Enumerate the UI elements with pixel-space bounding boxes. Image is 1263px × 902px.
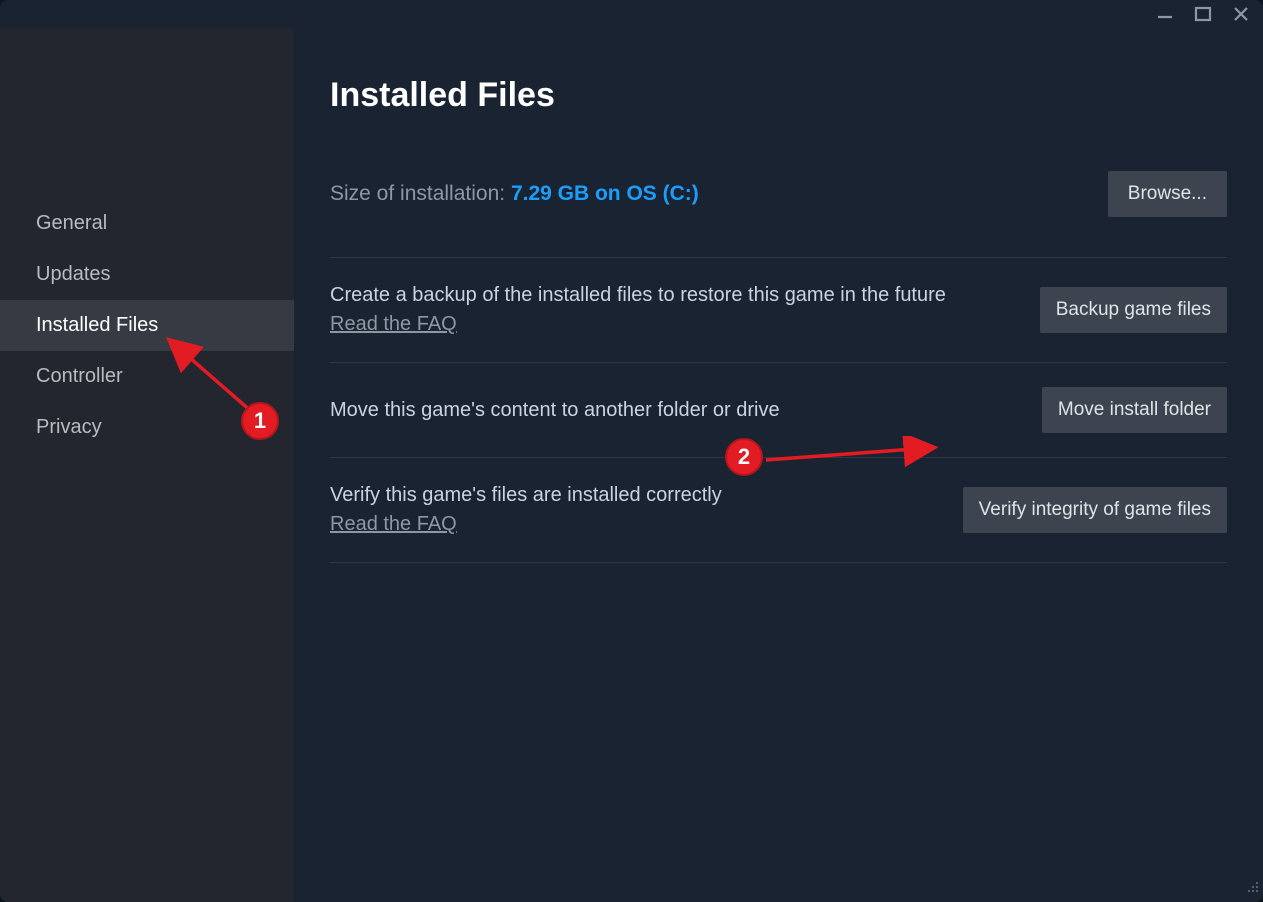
minimize-button[interactable] [1155, 5, 1175, 23]
maximize-button[interactable] [1193, 5, 1213, 23]
installation-size-prefix: Size of installation: [330, 182, 511, 205]
content-pane: Installed Files Size of installation: 7.… [294, 28, 1263, 902]
sidebar-item-label: Controller [36, 365, 123, 387]
installation-size-text: Size of installation: 7.29 GB on OS (C:) [330, 182, 699, 206]
browse-button[interactable]: Browse... [1108, 171, 1227, 217]
page-title: Installed Files [330, 76, 1227, 115]
verify-description: Verify this game's files are installed c… [330, 482, 943, 538]
sidebar-item-privacy[interactable]: Privacy [0, 402, 294, 453]
sidebar-item-label: Updates [36, 263, 111, 285]
sidebar-item-controller[interactable]: Controller [0, 351, 294, 402]
sidebar-item-label: Installed Files [36, 314, 158, 336]
sidebar-item-updates[interactable]: Updates [0, 249, 294, 300]
sidebar-item-general[interactable]: General [0, 198, 294, 249]
verify-integrity-button[interactable]: Verify integrity of game files [963, 487, 1227, 533]
backup-description: Create a backup of the installed files t… [330, 282, 1020, 338]
sidebar: General Updates Installed Files Controll… [0, 28, 294, 902]
sidebar-item-installed-files[interactable]: Installed Files [0, 300, 294, 351]
installation-size-value: 7.29 GB on OS (C:) [511, 182, 699, 205]
verify-desc-text: Verify this game's files are installed c… [330, 484, 722, 506]
close-button[interactable] [1231, 5, 1251, 23]
backup-desc-text: Create a backup of the installed files t… [330, 284, 946, 306]
verify-row: Verify this game's files are installed c… [330, 457, 1227, 563]
move-row: Move this game's content to another fold… [330, 362, 1227, 457]
move-desc-text: Move this game's content to another fold… [330, 399, 780, 421]
backup-game-files-button[interactable]: Backup game files [1040, 287, 1227, 333]
window-body: General Updates Installed Files Controll… [0, 28, 1263, 902]
backup-row: Create a backup of the installed files t… [330, 257, 1227, 362]
installation-size-row: Size of installation: 7.29 GB on OS (C:)… [330, 171, 1227, 217]
backup-faq-link[interactable]: Read the FAQ [330, 311, 457, 338]
properties-window: General Updates Installed Files Controll… [0, 0, 1263, 902]
verify-faq-link[interactable]: Read the FAQ [330, 511, 457, 538]
move-description: Move this game's content to another fold… [330, 397, 1022, 424]
resize-grip-icon[interactable] [1245, 879, 1259, 898]
move-install-folder-button[interactable]: Move install folder [1042, 387, 1227, 433]
sidebar-item-label: General [36, 212, 107, 234]
sidebar-item-label: Privacy [36, 416, 102, 438]
window-titlebar [0, 0, 1263, 28]
